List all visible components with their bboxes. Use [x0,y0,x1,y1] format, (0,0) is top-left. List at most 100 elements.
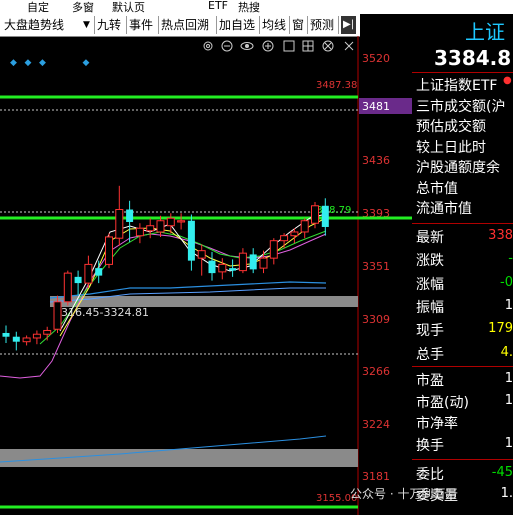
quote-label: 最新 [416,230,444,246]
quote-info-row[interactable]: 三市成交额(沪 [416,96,505,116]
candle [2,325,10,343]
minus-icon[interactable] [221,40,233,52]
close-icon[interactable] [322,40,334,52]
tab-window[interactable]: 窗 [292,16,304,34]
y-tick: 3181 [362,470,390,483]
tab-forecast[interactable]: 预测 [310,16,334,34]
quote-value: 1 [504,297,513,313]
chart-toolbar: 大盘趋势线 ▼ 九转 事件 热点回溯 加自选 均线 窗 预测 ▶| [0,14,360,37]
quote-label: 涨跌 [416,253,444,270]
candle [280,233,289,249]
menu-item-multiwindow[interactable]: 多窗 [72,0,94,15]
menu-item-custom[interactable]: 自定 [27,0,49,15]
eye-icon[interactable] [240,42,254,50]
candle [146,218,155,239]
close-window-icon[interactable] [344,41,354,51]
quote-info-row[interactable]: 沪股通额度余 [416,157,500,177]
candle [84,255,93,289]
y-tick: 3309 [362,313,390,326]
candles [2,185,329,351]
candle [187,214,195,271]
settings-icon[interactable] [203,41,213,51]
quote-label: 委比 [416,467,444,483]
ma120-line [49,281,327,299]
y-tick-highlight: 3481 [362,100,390,113]
watermark: 公众号 · 十万到百万 [350,487,458,501]
signal-marker: ◆ [39,58,46,68]
quote-value: 1 [504,371,513,386]
menu-item-default-page[interactable]: 默认页 [112,0,145,15]
quote-label: 市盈(动) [416,394,469,411]
candle [177,213,186,230]
candle [321,198,329,236]
tab-events[interactable]: 事件 [129,16,153,34]
quote-label: 振幅 [416,299,444,316]
candle [166,213,175,234]
quote-label: 现手 [416,323,444,340]
signal-marker: ◆ [10,58,17,68]
candle [74,270,82,296]
chevron-down-icon[interactable]: ▼ [83,16,90,34]
high-price-label: 3487.38 [316,80,357,91]
tab-nine-turn[interactable]: 九转 [97,16,121,34]
y-tick: 3224 [362,418,390,431]
menu-item-hot-search[interactable]: 热搜 [238,0,260,15]
quote-info-row[interactable]: 上证指数ETF [416,75,497,95]
quote-value: - [508,251,513,267]
index-price: 3384.8 [434,46,512,70]
candle [135,223,144,244]
candle [249,248,257,274]
plus-icon[interactable] [262,40,274,52]
quote-value: 1. [500,486,513,501]
signal-marker: ◆ [83,58,90,68]
y-tick: 3266 [362,365,390,378]
indicator-selector[interactable]: 大盘趋势线 [4,16,64,34]
maximize-icon[interactable] [283,40,295,52]
candle [229,259,237,277]
candle [269,238,278,265]
candlestick-chart[interactable]: ◆ ◆ ◆ ◆ 3520 3481 3436 3393 3351 3309 3266 … [0,36,412,515]
layout-icon[interactable] [302,40,314,52]
candle [115,185,124,246]
quote-value: 1 [504,435,513,451]
y-tick: 3351 [362,260,390,273]
quote-info-row[interactable]: 预估成交额 [416,116,486,136]
quote-info-row[interactable]: 总市值 [416,178,458,198]
chart-tools [203,40,354,52]
alert-dot-icon: ● [503,75,512,86]
candle [43,326,52,341]
index-title: 上证 [465,20,505,44]
candle [238,248,247,274]
y-tick: 3436 [362,154,390,167]
quote-label: 总手 [416,346,444,363]
candle [32,330,41,345]
menu-item-etf[interactable]: ETF [208,0,228,12]
tab-moving-average[interactable]: 均线 [262,16,286,34]
signal-marker: ◆ [25,58,32,68]
candle [12,331,20,351]
quote-value: 1 [504,392,513,408]
quote-info-row[interactable]: 流通市值 [416,198,472,218]
quote-label: 涨幅 [416,276,444,293]
expand-panel-icon[interactable]: ▶| [341,16,357,34]
signal-markers: ◆ ◆ ◆ ◆ [10,58,90,68]
quote-value: -0 [500,274,513,290]
quote-label: 市盈 [416,373,444,389]
add-watchlist-button[interactable]: 加自选 [219,16,255,34]
quote-label: 市净率 [416,416,458,432]
candle [208,251,216,281]
candle [22,335,31,346]
quote-value: -45 [491,465,513,480]
quote-panel: 上证 3384.8 上证指数ETF ● 三市成交额(沪 预估成交额 较上日此时 沪股通额度… [412,14,513,515]
tab-hotspot-review[interactable]: 热点回溯 [161,16,209,34]
quote-value: 4. [500,344,513,360]
y-tick: 3520 [362,52,390,65]
quote-info-row[interactable]: 较上日此时 [416,137,486,157]
candle [300,218,309,239]
quote-value: 338 [488,228,513,243]
candle [218,258,227,280]
quote-value: 179 [488,321,513,337]
candle [126,200,134,242]
candle [63,270,72,306]
quote-label: 换手 [416,437,444,454]
